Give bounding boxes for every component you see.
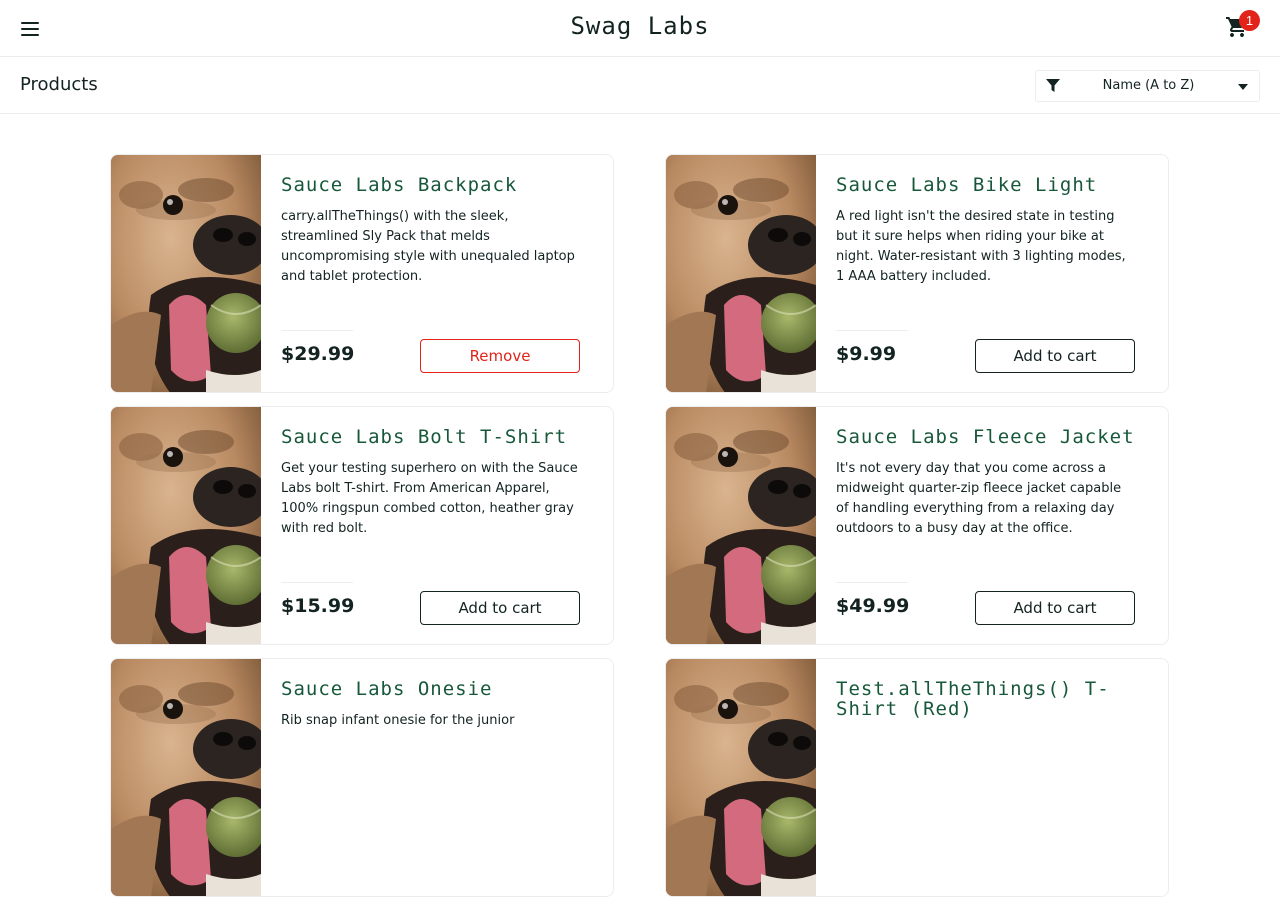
- pug-with-ball-image: [666, 155, 816, 392]
- product-name-link[interactable]: Sauce Labs Onesie: [281, 679, 601, 699]
- pug-with-ball-image: [666, 659, 816, 896]
- add-to-cart-button[interactable]: Add to cart: [975, 339, 1135, 373]
- product-name-link[interactable]: Sauce Labs Backpack: [281, 175, 601, 195]
- inventory-item: Sauce Labs Fleece Jacket It's not every …: [665, 406, 1169, 645]
- cart-count-badge: 1: [1239, 10, 1260, 31]
- inventory-item: Sauce Labs Bolt T-Shirt Get your testing…: [110, 406, 614, 645]
- product-image[interactable]: [666, 155, 816, 392]
- price-divider: [836, 330, 908, 331]
- pug-with-ball-image: [111, 407, 261, 644]
- sort-selected-value: Name (A to Z): [1102, 78, 1195, 93]
- page-title: Products: [20, 74, 98, 95]
- inventory-item: Sauce Labs Backpack carry.allTheThings()…: [110, 154, 614, 393]
- product-description: Rib snap infant onesie for the junior: [281, 713, 515, 728]
- add-to-cart-button[interactable]: Add to cart: [420, 591, 580, 625]
- product-name-link[interactable]: Test.allTheThings() T-Shirt (Red): [836, 679, 1156, 719]
- pug-with-ball-image: [111, 659, 261, 896]
- secondary-header: Products Name (A to Z): [0, 57, 1280, 114]
- product-description: Get your testing superhero on with the S…: [281, 461, 578, 536]
- product-description: A red light isn't the desired state in t…: [836, 209, 1126, 284]
- product-price: $15.99: [281, 595, 355, 617]
- product-image[interactable]: [111, 155, 261, 392]
- inventory-item: Test.allTheThings() T-Shirt (Red): [665, 658, 1169, 897]
- product-price: $29.99: [281, 343, 355, 365]
- price-divider: [836, 582, 908, 583]
- product-name-link[interactable]: Sauce Labs Bike Light: [836, 175, 1156, 195]
- product-image[interactable]: [111, 407, 261, 644]
- inventory-item: Sauce Labs Bike Light A red light isn't …: [665, 154, 1169, 393]
- product-image[interactable]: [666, 659, 816, 896]
- price-divider: [281, 330, 353, 331]
- product-image[interactable]: [666, 407, 816, 644]
- product-name-link[interactable]: Sauce Labs Bolt T-Shirt: [281, 427, 601, 447]
- price-divider: [281, 582, 353, 583]
- primary-header: Swag Labs 1: [0, 0, 1280, 57]
- sort-dropdown[interactable]: Name (A to Z): [1035, 70, 1260, 102]
- inventory-item: Sauce Labs Onesie Rib snap infant onesie…: [110, 658, 614, 897]
- product-description: carry.allTheThings() with the sleek, str…: [281, 209, 575, 284]
- product-description: It's not every day that you come across …: [836, 461, 1122, 536]
- product-price: $9.99: [836, 343, 897, 365]
- product-name-link[interactable]: Sauce Labs Fleece Jacket: [836, 427, 1156, 447]
- caret-down-icon: [1238, 84, 1248, 90]
- product-price: $49.99: [836, 595, 910, 617]
- remove-button[interactable]: Remove: [420, 339, 580, 373]
- pug-with-ball-image: [111, 155, 261, 392]
- add-to-cart-button[interactable]: Add to cart: [975, 591, 1135, 625]
- product-image[interactable]: [111, 659, 261, 896]
- app-logo-title: Swag Labs: [570, 12, 710, 40]
- pug-with-ball-image: [666, 407, 816, 644]
